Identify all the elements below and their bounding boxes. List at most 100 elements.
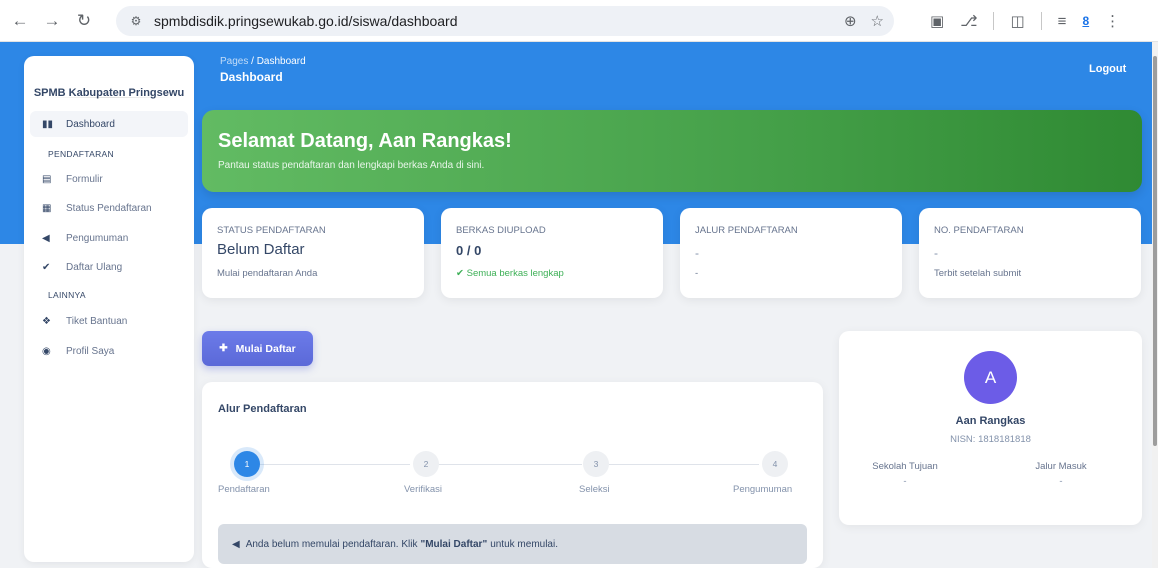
sidebar-item-label: Pengumuman <box>66 232 129 244</box>
sidebar-item-label: Status Pendaftaran <box>66 202 152 214</box>
address-bar[interactable]: ⚙ spmbdisdik.pringsewukab.go.id/siswa/da… <box>116 6 894 36</box>
step-4-circle: 4 <box>762 451 788 477</box>
step-3-circle: 3 <box>583 451 609 477</box>
card-value: Belum Daftar <box>217 241 305 258</box>
url-text[interactable]: spmbdisdik.pringsewukab.go.id/siswa/dash… <box>154 13 458 29</box>
step-1-circle: 1 <box>234 451 260 477</box>
forward-icon[interactable]: → <box>38 7 66 35</box>
sekolah-tujuan-value: - <box>903 476 907 487</box>
avatar: A <box>964 351 1017 404</box>
mulai-daftar-label: Mulai Daftar <box>235 342 296 355</box>
screenshot-icon[interactable]: ▣ <box>930 12 944 30</box>
card-label: BERKAS DIUPLOAD <box>456 225 546 236</box>
bookmark-star-icon[interactable]: ☆ <box>871 12 884 30</box>
sidebar-item-label: Daftar Ulang <box>66 261 123 273</box>
sidebar-item-formulir[interactable]: ▤ Formulir <box>30 166 188 192</box>
page-title: Dashboard <box>220 70 283 84</box>
card-note-text: Semua berkas lengkap <box>466 268 564 279</box>
sidebar-item-profil-saya[interactable]: ◉ Profil Saya <box>30 338 188 364</box>
breadcrumb-current: Dashboard <box>256 56 306 67</box>
sidebar-section-pendaftaran: PENDAFTARAN <box>48 149 114 159</box>
card-note: - <box>695 268 699 279</box>
card-note: ✔ Semua berkas lengkap <box>456 268 564 279</box>
profile-card: A Aan Rangkas NISN: 1818181818 Sekolah T… <box>839 331 1142 525</box>
step-2-label: Verifikasi <box>404 484 443 495</box>
check-icon: ✔ <box>42 261 51 273</box>
folder-icon: ▦ <box>42 202 52 214</box>
alert-text-end: untuk memulai. <box>490 538 558 550</box>
welcome-title: Selamat Datang, Aan Rangkas! <box>218 130 512 152</box>
sidebar-item-label: Profil Saya <box>66 345 115 357</box>
nomor-card: NO. PENDAFTARAN - Terbit setelah submit <box>919 208 1141 298</box>
card-note: Terbit setelah submit <box>934 268 1022 279</box>
jalur-masuk-label: Jalur Masuk <box>1035 461 1087 472</box>
card-value: - <box>695 246 699 260</box>
plus-icon: ✚ <box>219 343 228 354</box>
sidebar-section-lainnya: LAINNYA <box>48 290 86 300</box>
sekolah-tujuan-label: Sekolah Tujuan <box>872 461 938 472</box>
extension-badge-icon[interactable]: 8 <box>1082 14 1089 28</box>
logout-link[interactable]: Logout <box>1089 63 1126 75</box>
user-icon: ◉ <box>42 345 51 357</box>
step-3-label: Seleksi <box>579 484 610 495</box>
toolbar-separator <box>1040 12 1042 30</box>
card-value: - <box>934 246 938 260</box>
status-card: STATUS PENDAFTARAN Belum Daftar Mulai pe… <box>202 208 424 298</box>
jalur-card: JALUR PENDAFTARAN - - <box>680 208 902 298</box>
sidebar-item-daftar-ulang[interactable]: ✔ Daftar Ulang <box>30 254 188 280</box>
extensions-icon[interactable]: ⎇ <box>960 12 977 30</box>
mulai-daftar-button[interactable]: ✚ Mulai Daftar <box>202 331 313 366</box>
step-2-circle: 2 <box>413 451 439 477</box>
card-value: 0 / 0 <box>456 243 482 258</box>
sidebar-item-pengumuman[interactable]: ◀ Pengumuman <box>30 225 188 251</box>
sidebar-item-label: Formulir <box>66 173 103 185</box>
info-alert: ◀ Anda belum memulai pendaftaran. Klik "… <box>218 524 807 564</box>
step-connector <box>438 464 582 465</box>
sidebar-item-label: Dashboard <box>66 118 115 130</box>
step-4-label: Pengumuman <box>733 484 793 495</box>
alur-pendaftaran-card: Alur Pendaftaran 1 2 3 4 Pendaftaran Ver… <box>202 382 823 568</box>
card-label: JALUR PENDAFTARAN <box>695 225 798 236</box>
card-label: NO. PENDAFTARAN <box>934 225 1024 236</box>
zoom-icon[interactable]: ⊕ <box>844 12 857 30</box>
breadcrumb-root[interactable]: Pages <box>220 56 248 67</box>
card-note: Mulai pendaftaran Anda <box>217 268 318 279</box>
toolbar-separator <box>993 12 995 30</box>
step-connector <box>260 464 410 465</box>
help-icon: ❖ <box>42 315 51 327</box>
sekolah-tujuan: Sekolah Tujuan - <box>845 461 965 487</box>
alert-text: Anda belum memulai pendaftaran. Klik <box>245 538 418 550</box>
step-1-label: Pendaftaran <box>218 484 270 495</box>
sidebar-brand[interactable]: SPMB Kabupaten Pringsewu <box>24 56 194 99</box>
jalur-masuk: Jalur Masuk - <box>1001 461 1121 487</box>
sidebar-item-tiket-bantuan[interactable]: ❖ Tiket Bantuan <box>30 308 188 334</box>
scrollbar-thumb[interactable] <box>1153 56 1157 446</box>
profile-nisn: NISN: 1818181818 <box>950 434 1031 445</box>
card-label: STATUS PENDAFTARAN <box>217 225 326 236</box>
profile-name: Aan Rangkas <box>955 415 1026 427</box>
breadcrumb-separator: / <box>248 56 257 67</box>
alert-highlight: "Mulai Daftar" <box>420 538 488 550</box>
search-tab-icon[interactable]: ◫ <box>1010 12 1024 30</box>
sidebar-item-status-pendaftaran[interactable]: ▦ Status Pendaftaran <box>30 195 188 221</box>
welcome-subtitle: Pantau status pendaftaran dan lengkapi b… <box>218 160 485 171</box>
menu-dots-icon[interactable]: ⋮ <box>1105 12 1120 30</box>
berkas-card: BERKAS DIUPLOAD 0 / 0 ✔ Semua berkas len… <box>441 208 663 298</box>
megaphone-icon: ◀ <box>42 232 50 244</box>
welcome-banner: Selamat Datang, Aan Rangkas! Pantau stat… <box>202 110 1142 192</box>
sidebar-item-label: Tiket Bantuan <box>66 315 128 327</box>
breadcrumb: Pages / Dashboard <box>220 56 306 67</box>
sidebar: SPMB Kabupaten Pringsewu ▮▮ Dashboard PE… <box>24 56 194 562</box>
reading-list-icon[interactable]: ≡ <box>1058 13 1067 30</box>
sidebar-item-dashboard[interactable]: ▮▮ Dashboard <box>30 111 188 137</box>
page-scrollbar[interactable] <box>1152 42 1158 568</box>
jalur-masuk-value: - <box>1059 476 1063 487</box>
reload-icon[interactable]: ↻ <box>70 7 98 35</box>
step-connector <box>609 464 759 465</box>
back-icon[interactable]: ← <box>6 7 34 35</box>
site-info-icon[interactable]: ⚙ <box>126 14 146 28</box>
check-icon: ✔ <box>456 268 467 279</box>
form-icon: ▤ <box>42 173 52 185</box>
bar-chart-icon: ▮▮ <box>42 118 54 130</box>
alur-title: Alur Pendaftaran <box>218 403 307 415</box>
